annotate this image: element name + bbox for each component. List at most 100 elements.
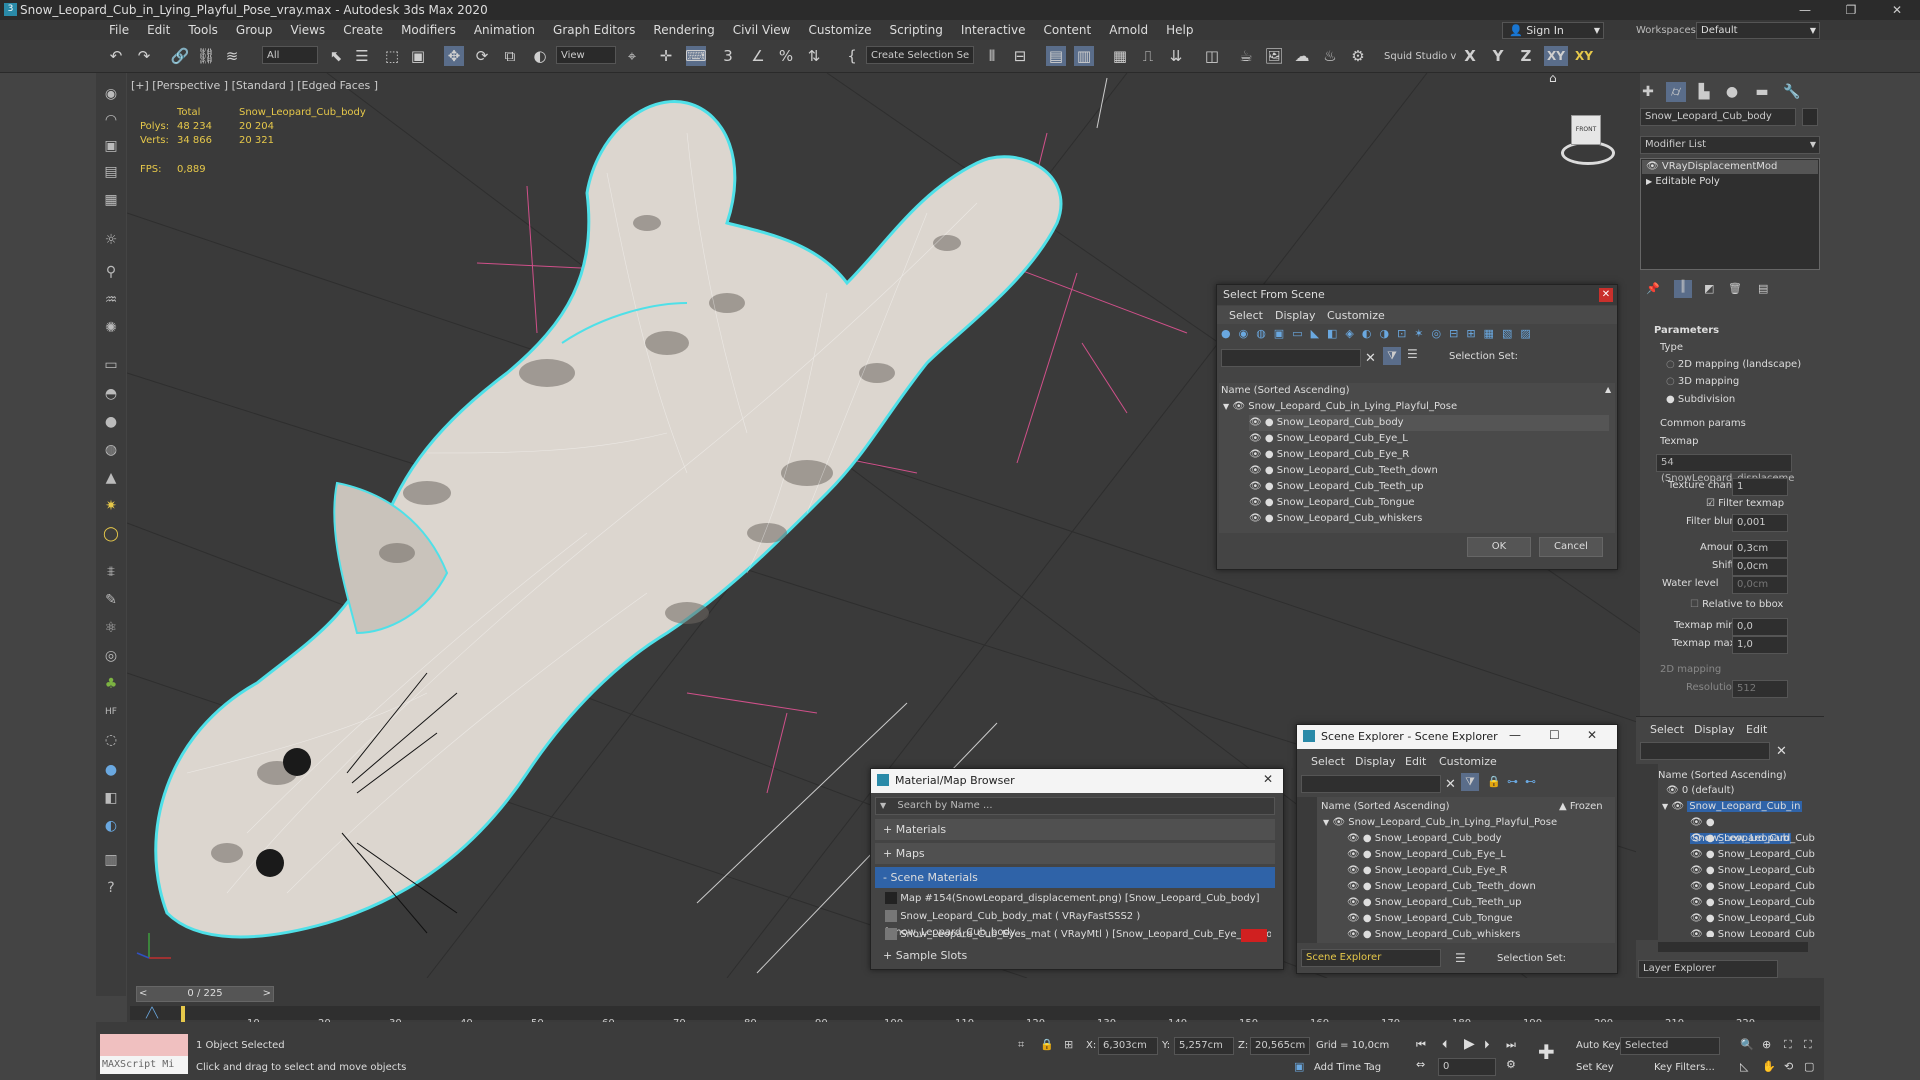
layer-horizontal-scrollbar[interactable] xyxy=(1658,942,1808,952)
time-tag-icon[interactable]: ▣ xyxy=(1294,1060,1304,1073)
x-coordinate-field[interactable]: 6,303cm xyxy=(1098,1037,1158,1055)
filter-blur-spinner[interactable]: 0,001 xyxy=(1732,514,1788,532)
add-time-tag-button[interactable]: Add Time Tag xyxy=(1314,1062,1381,1073)
se-search-field[interactable] xyxy=(1301,775,1441,793)
named-selection-dropdown[interactable]: Create Selection Se xyxy=(866,46,974,64)
maximize-viewport-icon[interactable]: ▢ xyxy=(1804,1060,1814,1073)
se-menu-customize[interactable]: Customize xyxy=(1439,755,1497,768)
texmap-min-spinner[interactable]: 0,0 xyxy=(1732,618,1788,636)
sfs-menu-display[interactable]: Display xyxy=(1275,309,1316,322)
create-tab-icon[interactable]: ✚ xyxy=(1638,82,1658,102)
next-frame-icon[interactable]: ⏵ xyxy=(1484,1038,1490,1052)
filter-texmap-checkbox[interactable]: ☑ Filter texmap xyxy=(1706,498,1784,509)
molecule-icon[interactable]: ⚛ xyxy=(101,618,121,638)
layer-row-item[interactable]: 👁 ● Snow_Leopard_Cub xyxy=(1690,863,1818,879)
utilities-tab-icon[interactable]: 🔧 xyxy=(1782,82,1802,102)
snap-toggle-icon[interactable]: 3 xyxy=(718,46,738,66)
redo-icon[interactable]: ↷ xyxy=(134,46,154,66)
menu-graph-editors[interactable]: Graph Editors xyxy=(544,23,644,37)
viewcube[interactable]: FRONT xyxy=(1555,107,1615,167)
rotate-icon[interactable]: ⟳ xyxy=(472,46,492,66)
z-coordinate-field[interactable]: 20,565cm xyxy=(1250,1037,1310,1055)
object-color-swatch[interactable] xyxy=(1802,108,1818,126)
axis-z-button[interactable]: Z xyxy=(1516,46,1536,66)
spiral-icon[interactable]: ◌ xyxy=(101,730,121,750)
cameras-icon[interactable]: ▤ xyxy=(101,162,121,182)
axis-xy-button[interactable]: XY xyxy=(1544,46,1568,66)
type-subdivision-radio[interactable]: ● Subdivision xyxy=(1666,394,1735,405)
angle-snap-icon[interactable]: ∠ xyxy=(748,46,768,66)
populate-icon[interactable]: ♒ xyxy=(101,290,121,310)
menu-rendering[interactable]: Rendering xyxy=(644,23,723,37)
selection-filter-dropdown[interactable]: All xyxy=(262,46,318,64)
group-maps[interactable]: + Maps xyxy=(875,843,1275,864)
layer-row-item[interactable]: 👁 ● Snow_Leopard_Cub xyxy=(1690,927,1818,937)
explorer-type-dropdown[interactable]: Layer Explorer xyxy=(1638,960,1778,978)
menu-interactive[interactable]: Interactive xyxy=(952,23,1035,37)
eye-icon[interactable]: 👁 xyxy=(1646,161,1659,172)
go-to-start-icon[interactable]: ⏮ xyxy=(1416,1038,1426,1052)
ball-icon[interactable]: ● xyxy=(101,760,121,780)
squid-studio-label[interactable]: Squid Studio v xyxy=(1384,51,1456,62)
help-icon[interactable]: ? xyxy=(101,878,121,898)
unlink-icon[interactable]: ⛓ xyxy=(196,46,216,66)
edit-named-sets-icon[interactable]: { xyxy=(842,46,862,66)
auto-key-button[interactable]: Auto Key xyxy=(1576,1040,1621,1051)
schematic-view-icon[interactable]: ⇊ xyxy=(1166,46,1186,66)
layer-menu-edit[interactable]: Edit xyxy=(1746,723,1767,736)
layer-row-default[interactable]: 👁 0 (default) xyxy=(1666,783,1818,799)
object-name-field[interactable]: Snow_Leopard_Cub_body xyxy=(1640,108,1796,126)
key-filters-button[interactable]: Key Filters... xyxy=(1654,1062,1715,1073)
menu-create[interactable]: Create xyxy=(334,23,392,37)
percent-snap-icon[interactable]: % xyxy=(776,46,796,66)
vray-icon[interactable]: ◐ xyxy=(101,816,121,836)
systems-icon[interactable]: ⚲ xyxy=(101,262,121,282)
sfs-row-item[interactable]: 👁 ● Snow_Leopard_Cub_Tongue xyxy=(1249,495,1609,511)
layer-row-item[interactable]: 👁 ● Snow_Leopard_Cub xyxy=(1690,895,1818,911)
key-mode-icon[interactable]: ⇔ xyxy=(1416,1058,1425,1071)
bind-spacewarp-icon[interactable]: ≋ xyxy=(222,46,242,66)
cancel-button[interactable]: Cancel xyxy=(1539,537,1603,557)
y-coordinate-field[interactable]: 5,257cm xyxy=(1174,1037,1234,1055)
fov-icon[interactable]: ◺ xyxy=(1740,1060,1748,1073)
se-row-item[interactable]: 👁 ● Snow_Leopard_Cub_Tongue xyxy=(1347,911,1613,927)
lock-icon[interactable]: 🔒 xyxy=(1487,775,1501,788)
rect-selection-icon[interactable]: ⬚ xyxy=(382,46,402,66)
se-menu-display[interactable]: Display xyxy=(1355,755,1396,768)
layer-row-item[interactable]: 👁 ● Snow_Leopard_Cub xyxy=(1690,879,1818,895)
selection-lock-icon[interactable]: 🔒 xyxy=(1040,1038,1054,1051)
search-bar[interactable]: ▼ Search by Name ... xyxy=(875,797,1275,815)
stack-item-vray-displacement[interactable]: 👁 VRayDisplacementMod xyxy=(1642,160,1818,174)
menu-views[interactable]: Views xyxy=(281,23,334,37)
remove-modifier-icon[interactable]: 🗑 xyxy=(1728,282,1742,295)
cone-icon[interactable]: ▲ xyxy=(101,468,121,488)
keyboard-shortcut-icon[interactable]: ⌨ xyxy=(685,46,707,66)
sfs-row-item[interactable]: 👁 ● Snow_Leopard_Cub_Teeth_down xyxy=(1249,463,1609,479)
sort-arrow-icon[interactable]: ▲ xyxy=(1605,385,1611,394)
layer-icon[interactable]: ⊷ xyxy=(1525,775,1536,788)
clear-search-icon[interactable]: ✕ xyxy=(1365,351,1376,366)
lights-icon[interactable]: ▣ xyxy=(101,136,121,156)
texmap-max-spinner[interactable]: 1,0 xyxy=(1732,636,1788,654)
isolate-selection-icon[interactable]: ⌗ xyxy=(1018,1038,1024,1052)
time-slider[interactable]: <0 / 225 > xyxy=(136,986,274,1002)
render-online-icon[interactable]: ⚙ xyxy=(1348,46,1368,66)
menu-group[interactable]: Group xyxy=(227,23,282,37)
pan-icon[interactable]: ✋ xyxy=(1762,1060,1776,1073)
time-config-icon[interactable]: ⚙ xyxy=(1506,1058,1516,1071)
close-dialog-button[interactable]: ✕ xyxy=(1599,288,1613,302)
se-menu-select[interactable]: Select xyxy=(1311,755,1345,768)
resolution-spinner[interactable]: 512 xyxy=(1732,680,1788,698)
curve-editor-toggle-icon[interactable]: ╱╲ xyxy=(146,1008,158,1019)
layer-menu-display[interactable]: Display xyxy=(1694,723,1735,736)
go-to-end-icon[interactable]: ⏭ xyxy=(1506,1038,1516,1052)
menu-edit[interactable]: Edit xyxy=(138,23,179,37)
se-row-item[interactable]: 👁 ● Snow_Leopard_Cub_whiskers xyxy=(1347,927,1613,943)
viewport-label[interactable]: [+] [Perspective ] [Standard ] [Edged Fa… xyxy=(131,79,378,92)
play-icon[interactable]: ▶ xyxy=(1464,1036,1475,1052)
hierarchy-icon[interactable]: ⊶ xyxy=(1507,775,1518,788)
align-icon[interactable]: ⊟ xyxy=(1010,46,1030,66)
set-key-big-icon[interactable]: ✚ xyxy=(1538,1040,1564,1066)
minimize-button[interactable]: — xyxy=(1782,0,1828,20)
place-icon[interactable]: ◐ xyxy=(530,46,550,66)
